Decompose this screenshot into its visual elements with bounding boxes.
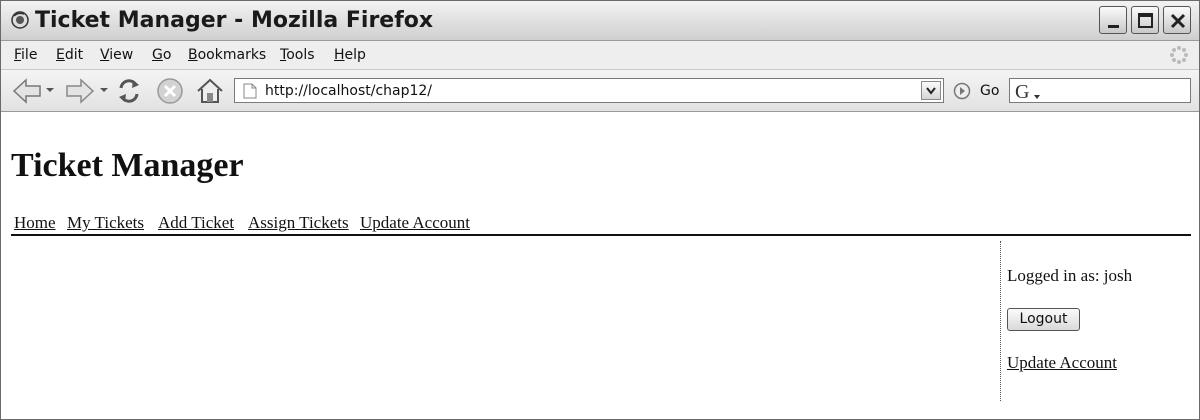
logout-button[interactable]: Logout bbox=[1007, 308, 1080, 331]
close-button[interactable] bbox=[1163, 6, 1191, 34]
search-bar[interactable]: G bbox=[1009, 78, 1191, 103]
menu-bookmarks[interactable]: Bookmarks bbox=[188, 47, 266, 63]
menu-view[interactable]: View bbox=[100, 47, 133, 63]
chevron-down-icon bbox=[926, 87, 936, 95]
forward-icon[interactable] bbox=[64, 76, 96, 106]
menu-view-key: V bbox=[100, 47, 110, 63]
back-history-dropdown[interactable] bbox=[46, 88, 54, 92]
menu-go-key: G bbox=[152, 47, 163, 63]
page-content: Ticket Manager Home My Tickets Add Ticke… bbox=[1, 113, 1199, 419]
menu-file-key: F bbox=[14, 47, 22, 63]
menu-bookmarks-key: B bbox=[188, 47, 198, 63]
minimize-icon bbox=[1108, 25, 1119, 28]
menu-bookmarks-label: ookmarks bbox=[197, 47, 267, 63]
go-button[interactable]: Go bbox=[980, 83, 999, 99]
menu-file[interactable]: File bbox=[14, 47, 37, 63]
url-bar[interactable]: http://localhost/chap12/ bbox=[234, 78, 944, 103]
url-text: http://localhost/chap12/ bbox=[265, 83, 433, 99]
title-bar: Ticket Manager - Mozilla Firefox bbox=[1, 1, 1199, 41]
window-title: Ticket Manager - Mozilla Firefox bbox=[35, 8, 434, 33]
maximize-button[interactable] bbox=[1131, 6, 1159, 34]
forward-history-dropdown[interactable] bbox=[100, 88, 108, 92]
menu-help-label: elp bbox=[344, 47, 366, 63]
menu-tools-label: ools bbox=[286, 47, 315, 63]
nav-link-home[interactable]: Home bbox=[14, 213, 56, 233]
url-dropdown-button[interactable] bbox=[921, 81, 941, 100]
reload-icon[interactable] bbox=[115, 76, 143, 106]
google-search-icon[interactable]: G bbox=[1014, 80, 1042, 102]
nav-link-assign-tickets[interactable]: Assign Tickets bbox=[248, 213, 349, 233]
go-icon[interactable] bbox=[953, 82, 971, 100]
svg-text:G: G bbox=[1015, 81, 1029, 102]
menu-go[interactable]: Go bbox=[152, 47, 171, 63]
menu-help[interactable]: Help bbox=[334, 47, 366, 63]
browser-window: Ticket Manager - Mozilla Firefox File Ed… bbox=[0, 0, 1200, 420]
close-icon bbox=[1170, 13, 1186, 29]
menu-edit-key: E bbox=[56, 47, 65, 63]
sidebar-update-account-link[interactable]: Update Account bbox=[1007, 353, 1117, 373]
stop-icon[interactable] bbox=[156, 76, 184, 106]
menu-tools[interactable]: Tools bbox=[280, 47, 315, 63]
logged-in-status: Logged in as: josh bbox=[1007, 266, 1133, 285]
menu-bar: File Edit View Go Bookmarks Tools Help bbox=[1, 41, 1199, 70]
back-icon[interactable] bbox=[11, 76, 43, 106]
menu-edit[interactable]: Edit bbox=[56, 47, 83, 63]
menu-edit-label: dit bbox=[64, 47, 84, 63]
page-title: Ticket Manager bbox=[11, 147, 244, 184]
menu-view-label: iew bbox=[109, 47, 134, 63]
nav-link-update-account[interactable]: Update Account bbox=[360, 213, 470, 233]
page-icon bbox=[243, 83, 257, 99]
nav-link-my-tickets[interactable]: My Tickets bbox=[67, 213, 144, 233]
maximize-icon bbox=[1138, 13, 1153, 28]
user-sidebar: Logged in as: josh Logout Update Account bbox=[1000, 241, 1190, 401]
nav-link-add-ticket[interactable]: Add Ticket bbox=[158, 213, 234, 233]
throbber-icon bbox=[1170, 46, 1188, 64]
navigation-toolbar: http://localhost/chap12/ Go G bbox=[1, 70, 1199, 112]
home-icon[interactable] bbox=[195, 76, 225, 106]
site-nav: Home My Tickets Add Ticket Assign Ticket… bbox=[11, 213, 1191, 236]
firefox-icon bbox=[11, 11, 29, 29]
minimize-button[interactable] bbox=[1099, 6, 1127, 34]
menu-go-label: o bbox=[162, 47, 172, 63]
menu-file-label: ile bbox=[21, 47, 38, 63]
menu-help-key: H bbox=[334, 47, 345, 63]
